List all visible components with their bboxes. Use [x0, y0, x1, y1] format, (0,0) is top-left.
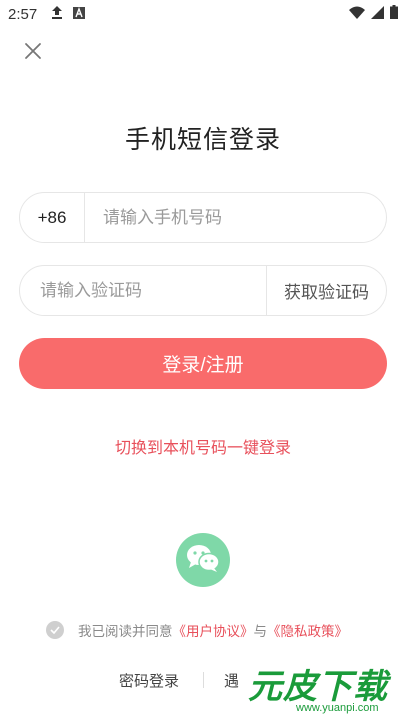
agreement-and: 与 — [253, 624, 268, 640]
close-button[interactable] — [22, 42, 44, 64]
status-bar: 2:57 — [0, 0, 406, 28]
watermark: 元皮下载 www.yuanpi.com — [238, 655, 406, 721]
other-login-link[interactable]: 遇 — [224, 670, 239, 691]
status-time: 2:57 — [8, 5, 38, 23]
get-code-button[interactable]: 获取验证码 — [266, 266, 386, 315]
wifi-icon — [349, 5, 365, 23]
phone-input[interactable] — [85, 193, 386, 242]
agree-checkbox[interactable] — [46, 621, 64, 639]
signal-icon — [371, 5, 384, 23]
wechat-icon[interactable] — [185, 543, 221, 577]
agreement-row: 我已阅读并同意 《用户协议》 与 《隐私政策》 — [46, 620, 386, 640]
watermark-logo-text: 元皮下载 — [248, 667, 388, 707]
country-code[interactable]: +86 — [20, 193, 85, 242]
status-icons-right — [349, 5, 398, 23]
phone-input-row: +86 — [19, 192, 387, 243]
password-login-link[interactable]: 密码登录 — [119, 670, 179, 691]
watermark-url: www.yuanpi.com — [296, 702, 379, 714]
battery-icon — [390, 5, 398, 23]
code-input[interactable] — [20, 266, 266, 315]
bottom-divider — [203, 672, 204, 688]
login-register-button[interactable]: 登录/注册 — [19, 338, 387, 389]
user-agreement-link[interactable]: 《用户协议》 — [173, 620, 254, 640]
a-box-icon — [73, 5, 86, 23]
agreement-prefix: 我已阅读并同意 — [78, 624, 173, 640]
code-input-row: 获取验证码 — [19, 265, 387, 316]
switch-onekey-login-link[interactable]: 切换到本机号码一键登录 — [0, 434, 406, 458]
close-icon[interactable] — [24, 42, 42, 64]
wechat-login-button[interactable] — [176, 533, 230, 587]
privacy-policy-link[interactable]: 《隐私政策》 — [267, 620, 348, 640]
upload-icon — [51, 5, 63, 23]
status-icons-left — [51, 5, 86, 23]
page-title: 手机短信登录 — [124, 125, 281, 154]
